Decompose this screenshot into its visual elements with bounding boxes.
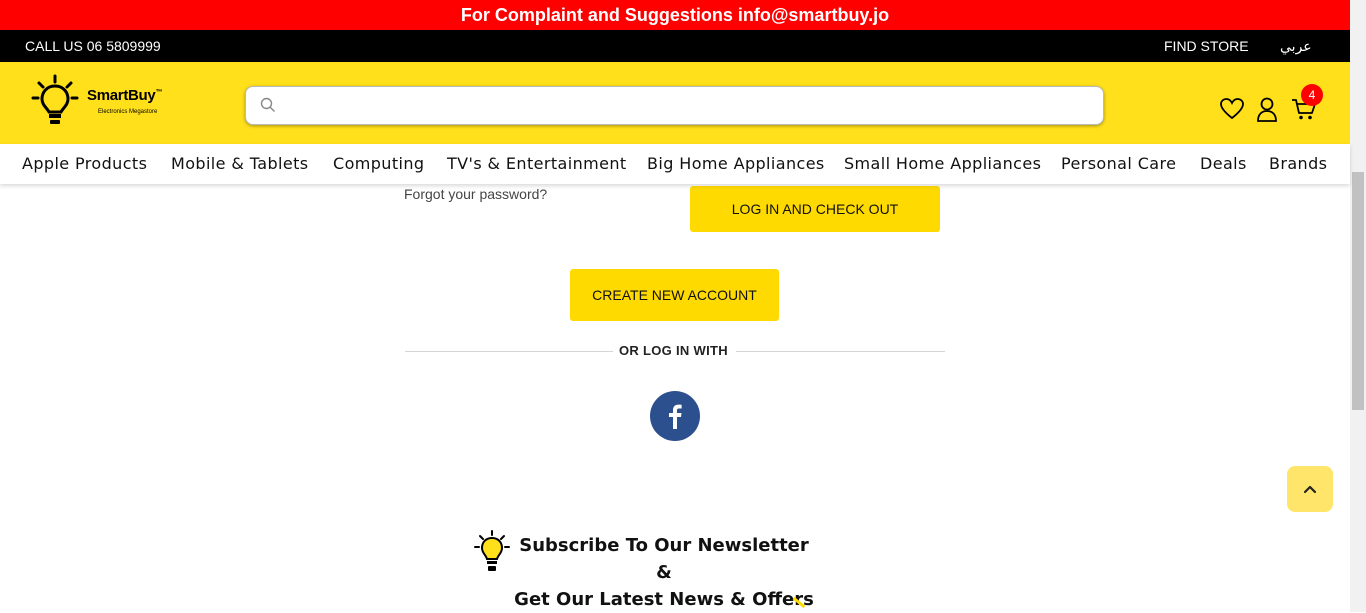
account-user-icon[interactable]: [1256, 97, 1278, 123]
divider-left: [405, 351, 613, 352]
top-info-bar: CALL US 06 5809999 FIND STORE عربي: [0, 30, 1350, 62]
wishlist-heart-icon[interactable]: [1219, 97, 1245, 121]
create-account-button[interactable]: CREATE NEW ACCOUNT: [570, 269, 779, 321]
nav-item-big-home-appliances[interactable]: Big Home Appliances: [647, 154, 825, 173]
nav-item-deals[interactable]: Deals: [1200, 154, 1247, 173]
newsletter-heading: Subscribe To Our Newsletter & Get Our La…: [514, 532, 814, 613]
announcement-bar: For Complaint and Suggestions info@smart…: [0, 0, 1350, 30]
chevron-up-icon: [1303, 485, 1317, 494]
logo-tagline: Electronics Megastore: [98, 109, 158, 115]
newsletter-line-2: Get Our Latest News & Offers: [514, 589, 814, 610]
nav-item-small-home-appliances[interactable]: Small Home Appliances: [844, 154, 1041, 173]
nav-item-computing[interactable]: Computing: [333, 154, 424, 173]
search-bar[interactable]: [245, 86, 1104, 125]
nav-item-brands[interactable]: Brands: [1269, 154, 1327, 173]
facebook-login-button[interactable]: [650, 391, 700, 441]
page-scrollbar[interactable]: [1350, 0, 1366, 612]
announcement-text: For Complaint and Suggestions info@smart…: [460, 4, 890, 25]
smartbuy-logo[interactable]: SmartBuy™ Electronics Megastore: [30, 74, 180, 128]
newsletter-section: Subscribe To Our Newsletter & Get Our La…: [474, 530, 814, 610]
search-input[interactable]: [286, 93, 1090, 119]
cart-count-badge: 4: [1301, 84, 1323, 106]
nav-item-personal-care[interactable]: Personal Care: [1061, 154, 1176, 173]
newsletter-line-1: Subscribe To Our Newsletter &: [519, 535, 809, 583]
nav-item-apple-products[interactable]: Apple Products: [22, 154, 147, 173]
or-login-with-label: OR LOG IN WITH: [619, 343, 728, 358]
logo-brand-text: SmartBuy™: [87, 87, 163, 104]
site-header: SmartBuy™ Electronics Megastore: [0, 62, 1350, 144]
find-store-link[interactable]: FIND STORE: [1164, 38, 1249, 54]
scrollbar-thumb[interactable]: [1352, 172, 1364, 410]
call-us-link[interactable]: CALL US 06 5809999: [25, 38, 161, 54]
login-checkout-button[interactable]: LOG IN AND CHECK OUT: [690, 186, 940, 232]
nav-item-mobile-tablets[interactable]: Mobile & Tablets: [171, 154, 309, 173]
search-icon[interactable]: [260, 97, 276, 113]
forgot-password-link[interactable]: Forgot your password?: [404, 186, 547, 202]
lightbulb-icon: [474, 530, 510, 571]
main-nav: Apple Products Mobile & Tablets Computin…: [0, 144, 1350, 184]
facebook-icon: [669, 404, 682, 429]
scroll-to-top-button[interactable]: [1287, 466, 1333, 512]
divider-right: [736, 351, 945, 352]
lightbulb-logo-icon: [31, 74, 79, 124]
nav-item-tv-entertainment[interactable]: TV's & Entertainment: [447, 154, 627, 173]
language-switch[interactable]: عربي: [1280, 38, 1312, 55]
